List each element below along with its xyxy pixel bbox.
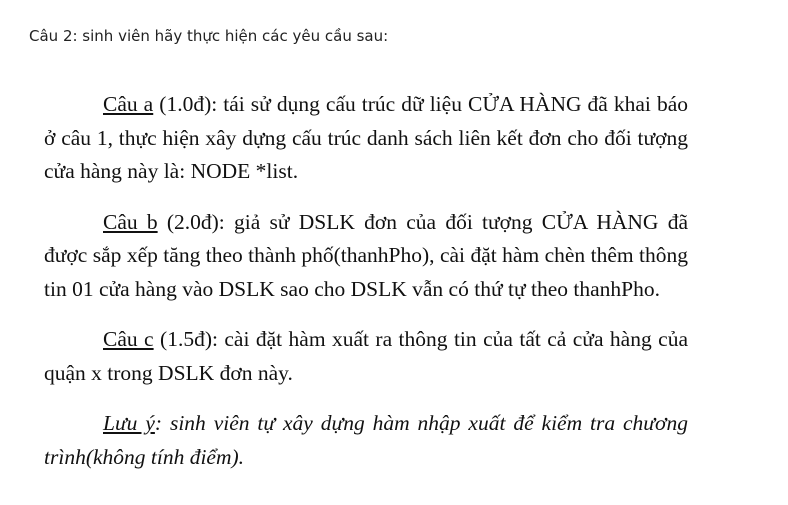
part-c-label: Câu c [103,327,154,351]
part-a-label: Câu a [103,92,154,116]
note-paragraph: Lưu ý: sinh viên tự xây dựng hàm nhập xu… [44,407,688,474]
part-c-paragraph: Câu c (1.5đ): cài đặt hàm xuất ra thông … [44,323,688,390]
part-b-label: Câu b [103,209,158,234]
part-b-paragraph: Câu b (2.0đ): giả sử DSLK đơn của đối tư… [44,206,688,307]
question-body: Câu a (1.0đ): tái sử dụng cấu trúc dữ li… [44,88,688,474]
part-a-paragraph: Câu a (1.0đ): tái sử dụng cấu trúc dữ li… [44,88,688,189]
question-header: Câu 2: sinh viên hãy thực hiện các yêu c… [29,27,389,45]
note-label: Lưu ý [103,411,155,435]
